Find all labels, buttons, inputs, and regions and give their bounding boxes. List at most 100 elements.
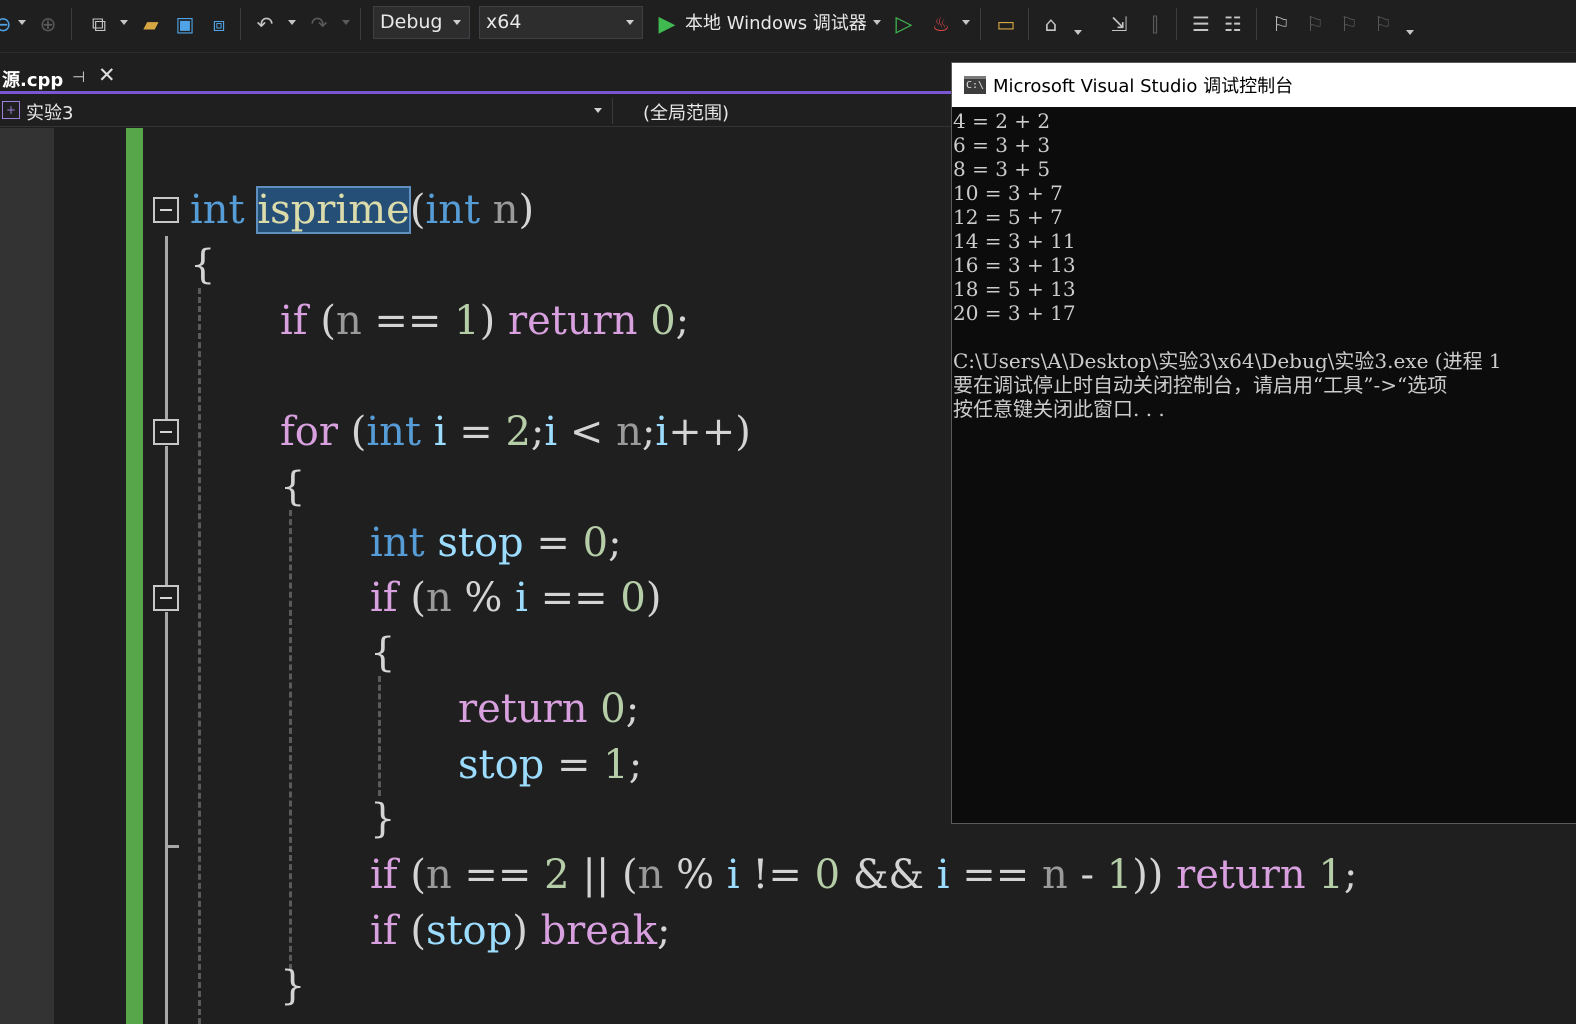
code-token: int [190, 187, 245, 233]
bookmark-icon[interactable]: ⚐ [1268, 10, 1294, 38]
code-token: i [726, 852, 740, 898]
console-line: 8 = 3 + 5 [953, 157, 1051, 181]
console-line: 14 = 3 + 11 [953, 229, 1076, 253]
open-folder-icon[interactable]: ▰ [138, 10, 164, 38]
undo-icon[interactable]: ↶ [252, 10, 278, 38]
code-token: 1 [603, 742, 629, 788]
code-token: 0 [620, 575, 646, 621]
code-token: int [366, 409, 421, 455]
start-debugging-button[interactable]: 本地 Windows 调试器 [685, 10, 867, 38]
scope-dropdown[interactable]: (全局范围) [643, 99, 729, 125]
redo-dropdown-icon[interactable] [342, 20, 350, 25]
chevron-down-icon [453, 20, 461, 25]
code-line[interactable]: if (n == 1) return 0; [280, 296, 689, 346]
code-line[interactable]: stop = 1; [458, 740, 642, 790]
code-line[interactable]: if (n % i == 0) [370, 573, 661, 623]
console-line: C:\Users\A\Desktop\实验3\x64\Debug\实验3.exe… [953, 349, 1502, 373]
console-title-bar[interactable]: C:\ Microsoft Visual Studio 调试控制台 [952, 63, 1576, 107]
code-token: % [663, 852, 727, 898]
code-token: = [544, 742, 604, 788]
hot-reload-icon[interactable]: ♨ [928, 10, 954, 38]
code-token: return [1176, 852, 1306, 898]
console-line: 4 = 2 + 2 [953, 109, 1051, 133]
pin-icon[interactable]: ⊣ [72, 68, 85, 86]
code-token: == [361, 298, 455, 344]
code-line[interactable]: int stop = 0; [370, 518, 622, 568]
document-tab[interactable]: 源.cpp ⊣ ✕ [0, 63, 125, 92]
clear-bookmarks-icon[interactable]: ⚐ [1370, 10, 1396, 38]
platform-value: x64 [486, 11, 522, 33]
console-line: 18 = 5 + 13 [953, 277, 1076, 301]
code-token: 1 [454, 298, 480, 344]
code-token: } [370, 796, 396, 842]
console-line: 按任意键关闭此窗口. . . [953, 397, 1165, 421]
code-token: ; [628, 742, 643, 788]
console-title: Microsoft Visual Studio 调试控制台 [993, 76, 1294, 97]
indent-guide [378, 676, 381, 796]
navigate-back-dropdown-icon[interactable] [18, 20, 26, 25]
code-token: i [544, 409, 558, 455]
outdent-icon[interactable]: ☷ [1220, 10, 1246, 38]
next-bookmark-icon[interactable]: ⚐ [1336, 10, 1362, 38]
code-line[interactable]: { [190, 240, 215, 290]
debug-console-window[interactable]: C:\ Microsoft Visual Studio 调试控制台 4 = 2 … [951, 62, 1576, 824]
browse-folder-icon[interactable]: ▭ [992, 10, 1020, 38]
toolbar-separator [1028, 8, 1029, 40]
code-line[interactable]: if (stop) break; [370, 906, 671, 956]
navigate-forward-icon[interactable]: ⊕ [36, 10, 60, 38]
collapse-if-block-icon[interactable] [153, 585, 179, 611]
outline-line [165, 446, 168, 586]
new-project-dropdown-icon[interactable] [120, 20, 128, 25]
undo-dropdown-icon[interactable] [288, 20, 296, 25]
close-icon[interactable]: ✕ [98, 63, 116, 87]
code-line[interactable]: if (n == 2 || (n % i != 0 && i == n - 1)… [370, 850, 1357, 900]
code-line[interactable]: return 0; [458, 684, 639, 734]
code-token: n [492, 187, 519, 233]
platform-select[interactable]: x64 [479, 6, 643, 39]
save-icon[interactable]: ▣ [172, 10, 198, 38]
new-project-icon[interactable]: ⧉ [86, 10, 112, 38]
start-debugging-icon[interactable]: ▶ [656, 10, 678, 38]
code-line[interactable]: { [280, 462, 305, 512]
code-line[interactable]: } [370, 794, 395, 844]
code-token: stop [425, 908, 513, 954]
step-into-icon[interactable]: ⇲ [1106, 10, 1132, 38]
save-all-icon[interactable]: ⧈ [206, 10, 232, 38]
start-without-debugging-icon[interactable]: ▷ [893, 10, 915, 38]
previous-bookmark-icon[interactable]: ⚐ [1302, 10, 1328, 38]
collapse-for-loop-icon[interactable] [153, 419, 179, 445]
hot-reload-dropdown-icon[interactable] [962, 20, 970, 25]
toolbar-overflow-icon[interactable] [1406, 30, 1414, 35]
code-token: ( [410, 575, 426, 621]
layout-dropdown-icon[interactable] [1074, 30, 1082, 35]
layout-icon[interactable]: ⌂ [1038, 10, 1064, 38]
code-token: int [370, 520, 425, 566]
configuration-select[interactable]: Debug [373, 6, 470, 39]
project-icon: + [2, 101, 20, 119]
code-line[interactable]: for (int i = 2;i < n;i++) [280, 407, 751, 457]
redo-icon[interactable]: ↷ [306, 10, 332, 38]
code-token: ; [530, 409, 545, 455]
code-token: i [936, 852, 950, 898]
document-tab-strip: 源.cpp ⊣ ✕ [0, 60, 952, 94]
debug-target-dropdown-icon[interactable] [873, 20, 881, 25]
code-line[interactable]: } [280, 961, 305, 1011]
navbar-divider [612, 98, 613, 124]
indent-icon[interactable]: ☰ [1188, 10, 1214, 38]
navigate-back-icon[interactable]: ⊖ [0, 10, 12, 38]
project-dropdown[interactable]: + 实验3 [0, 96, 608, 126]
code-line[interactable]: { [370, 628, 395, 678]
comment-icon[interactable]: ⫿ [1142, 10, 1168, 38]
code-token: ; [625, 686, 640, 732]
active-tab-underline [0, 91, 952, 94]
outline-end-tick [165, 845, 179, 848]
collapse-function-icon[interactable] [153, 197, 179, 223]
code-line[interactable]: int isprime(int n) [190, 185, 534, 235]
chevron-down-icon [594, 108, 602, 113]
